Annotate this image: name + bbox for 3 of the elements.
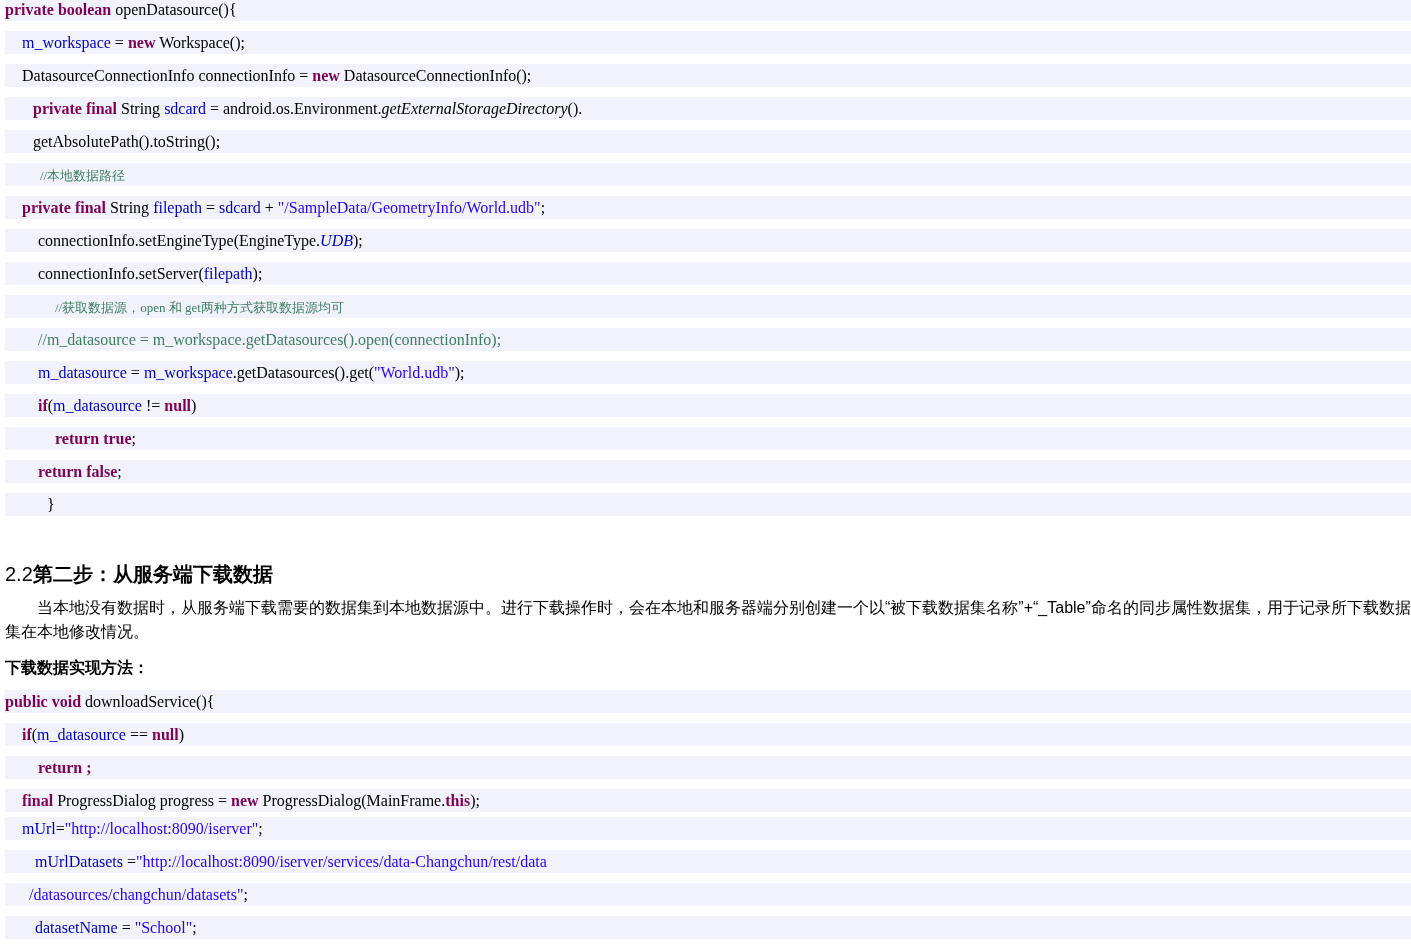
- section-heading: 2.2第二步：从服务端下载数据: [5, 562, 274, 587]
- subheading: 下载数据实现方法：: [5, 658, 150, 678]
- paragraph: 当本地没有数据时，从服务端下载需要的数据集到本地数据源中。进行下载操作时，会在本地和服务器端分别创建一个以“被下载数据集名称”+“_Table”命名的同步属性数据集，用于记录所下载数据集在本地修改情况。: [5, 598, 1411, 642]
